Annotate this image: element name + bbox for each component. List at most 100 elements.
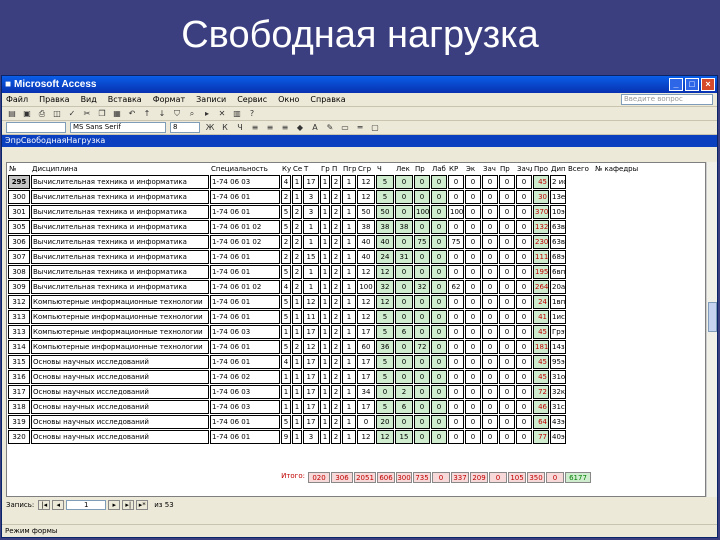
table-cell[interactable]: 0 xyxy=(516,355,532,369)
table-cell[interactable]: 0 xyxy=(448,385,464,399)
table-cell[interactable]: 17 xyxy=(303,400,319,414)
table-cell[interactable]: 45 xyxy=(533,355,549,369)
table-cell[interactable]: Основы научных исследований xyxy=(31,415,209,429)
table-cell[interactable]: 0 xyxy=(414,385,430,399)
table-cell[interactable]: 1 xyxy=(320,370,330,384)
table-cell[interactable]: 0 xyxy=(448,265,464,279)
table-cell[interactable]: 0 xyxy=(499,355,515,369)
table-cell[interactable]: 5 xyxy=(376,400,394,414)
table-cell[interactable]: 40 xyxy=(376,235,394,249)
table-cell[interactable]: 0 xyxy=(482,250,498,264)
table-cell[interactable]: 0 xyxy=(395,310,413,324)
table-cell[interactable]: 3 xyxy=(303,190,319,204)
table-cell[interactable]: 0 xyxy=(448,220,464,234)
table-cell[interactable]: 63вп-69оэ xyxy=(550,220,566,234)
table-cell[interactable]: 1-74 06 01 xyxy=(210,415,280,429)
table-cell[interactable]: 1 xyxy=(292,430,302,444)
table-cell[interactable]: 1 xyxy=(292,355,302,369)
table-cell[interactable]: 2 xyxy=(292,205,302,219)
table-cell[interactable]: 12 xyxy=(357,310,375,324)
table-cell[interactable]: 1 xyxy=(320,205,330,219)
table-cell[interactable]: 0 xyxy=(414,175,430,189)
table-cell[interactable]: 6 xyxy=(395,400,413,414)
table-cell[interactable]: 1 xyxy=(320,310,330,324)
table-cell[interactable]: 1-74 06 01 02 xyxy=(210,235,280,249)
table-cell[interactable]: 32 xyxy=(376,280,394,294)
table-cell[interactable]: 1-74 06 01 xyxy=(210,355,280,369)
table-cell[interactable]: 34 xyxy=(357,385,375,399)
table-cell[interactable]: 2 xyxy=(395,385,413,399)
table-cell[interactable]: 0 xyxy=(431,430,447,444)
table-cell[interactable]: 1-74 06 03 xyxy=(210,175,280,189)
table-cell[interactable]: 0 xyxy=(465,385,481,399)
table-cell[interactable]: 132 xyxy=(533,220,549,234)
table-cell[interactable]: 72 xyxy=(533,385,549,399)
table-cell[interactable]: 1 xyxy=(342,280,356,294)
table-cell[interactable]: 0 xyxy=(395,340,413,354)
table-cell[interactable]: 0 xyxy=(448,295,464,309)
scroll-thumb[interactable] xyxy=(708,302,717,332)
maximize-button[interactable]: □ xyxy=(685,78,699,91)
table-cell[interactable]: 0 xyxy=(431,265,447,279)
table-cell[interactable]: 1 xyxy=(320,265,330,279)
table-cell[interactable]: 195 xyxy=(533,265,549,279)
table-cell[interactable]: 45 xyxy=(533,370,549,384)
table-cell[interactable]: 12 xyxy=(357,190,375,204)
record-number-input[interactable]: 1 xyxy=(66,500,107,510)
table-cell[interactable]: 1 xyxy=(320,355,330,369)
table-cell[interactable]: 1 xyxy=(342,310,356,324)
table-row[interactable]: 314 Компьютерные информационные технологи… xyxy=(8,340,644,354)
table-cell[interactable]: 0 xyxy=(482,430,498,444)
table-cell[interactable]: 0 xyxy=(465,205,481,219)
table-cell[interactable]: 24 xyxy=(376,250,394,264)
table-cell[interactable]: 17 xyxy=(303,385,319,399)
table-cell[interactable]: 306 xyxy=(8,235,30,249)
table-cell[interactable]: 75 xyxy=(414,235,430,249)
table-cell[interactable]: 12 xyxy=(357,295,375,309)
table-cell[interactable]: 0 xyxy=(395,370,413,384)
close-button[interactable]: × xyxy=(701,78,715,91)
table-cell[interactable]: 0 xyxy=(465,280,481,294)
table-cell[interactable]: 6 xyxy=(395,325,413,339)
table-cell[interactable]: 100 xyxy=(357,280,375,294)
table-cell[interactable]: 111 xyxy=(533,250,549,264)
font-color-icon[interactable]: A xyxy=(309,122,321,133)
table-cell[interactable]: Компьютерные информационные технологии xyxy=(31,310,209,324)
table-cell[interactable]: 0 xyxy=(482,370,498,384)
table-cell[interactable]: 0 xyxy=(465,400,481,414)
table-cell[interactable]: 1 xyxy=(342,355,356,369)
table-cell[interactable]: Грэт xyxy=(550,325,566,339)
table-cell[interactable]: 50 xyxy=(376,205,394,219)
table-cell[interactable]: 0 xyxy=(499,175,515,189)
table-cell[interactable]: Вычислительная техника и информатика xyxy=(31,250,209,264)
table-cell[interactable]: 0 xyxy=(465,415,481,429)
last-record-button[interactable]: ▸| xyxy=(122,500,135,510)
table-row[interactable]: 315 Основы научных исследований 1-74 06 01… xyxy=(8,355,644,369)
table-cell[interactable]: 0 xyxy=(499,340,515,354)
table-cell[interactable]: 0 xyxy=(516,310,532,324)
table-cell[interactable]: 1ист xyxy=(550,310,566,324)
table-cell[interactable]: 1 xyxy=(320,220,330,234)
table-cell[interactable]: 38 xyxy=(395,220,413,234)
paste-icon[interactable]: ▦ xyxy=(111,108,123,119)
table-cell[interactable]: 3 xyxy=(303,430,319,444)
table-cell[interactable]: 30 xyxy=(533,190,549,204)
table-cell[interactable]: 301 xyxy=(8,205,30,219)
underline-icon[interactable]: Ч xyxy=(234,122,246,133)
table-cell[interactable]: 12 xyxy=(357,265,375,279)
table-cell[interactable]: 0 xyxy=(431,370,447,384)
vertical-scrollbar[interactable] xyxy=(706,162,717,497)
table-cell[interactable]: 64 xyxy=(533,415,549,429)
table-cell[interactable]: 32кт-34ет xyxy=(550,385,566,399)
table-cell[interactable]: 46 xyxy=(533,400,549,414)
table-cell[interactable]: 2 xyxy=(331,430,341,444)
table-cell[interactable]: 12 xyxy=(303,340,319,354)
table-row[interactable]: 319 Основы научных исследований 1-74 06 01… xyxy=(8,415,644,429)
table-cell[interactable]: 300 xyxy=(8,190,30,204)
table-row[interactable]: 312 Компьютерные информационные технологи… xyxy=(8,295,644,309)
table-cell[interactable]: 264 xyxy=(533,280,549,294)
effects-icon[interactable]: ▢ xyxy=(369,122,381,133)
table-cell[interactable]: 2 xyxy=(331,235,341,249)
table-cell[interactable]: Компьютерные информационные технологии xyxy=(31,295,209,309)
table-cell[interactable]: 1-74 06 03 xyxy=(210,400,280,414)
